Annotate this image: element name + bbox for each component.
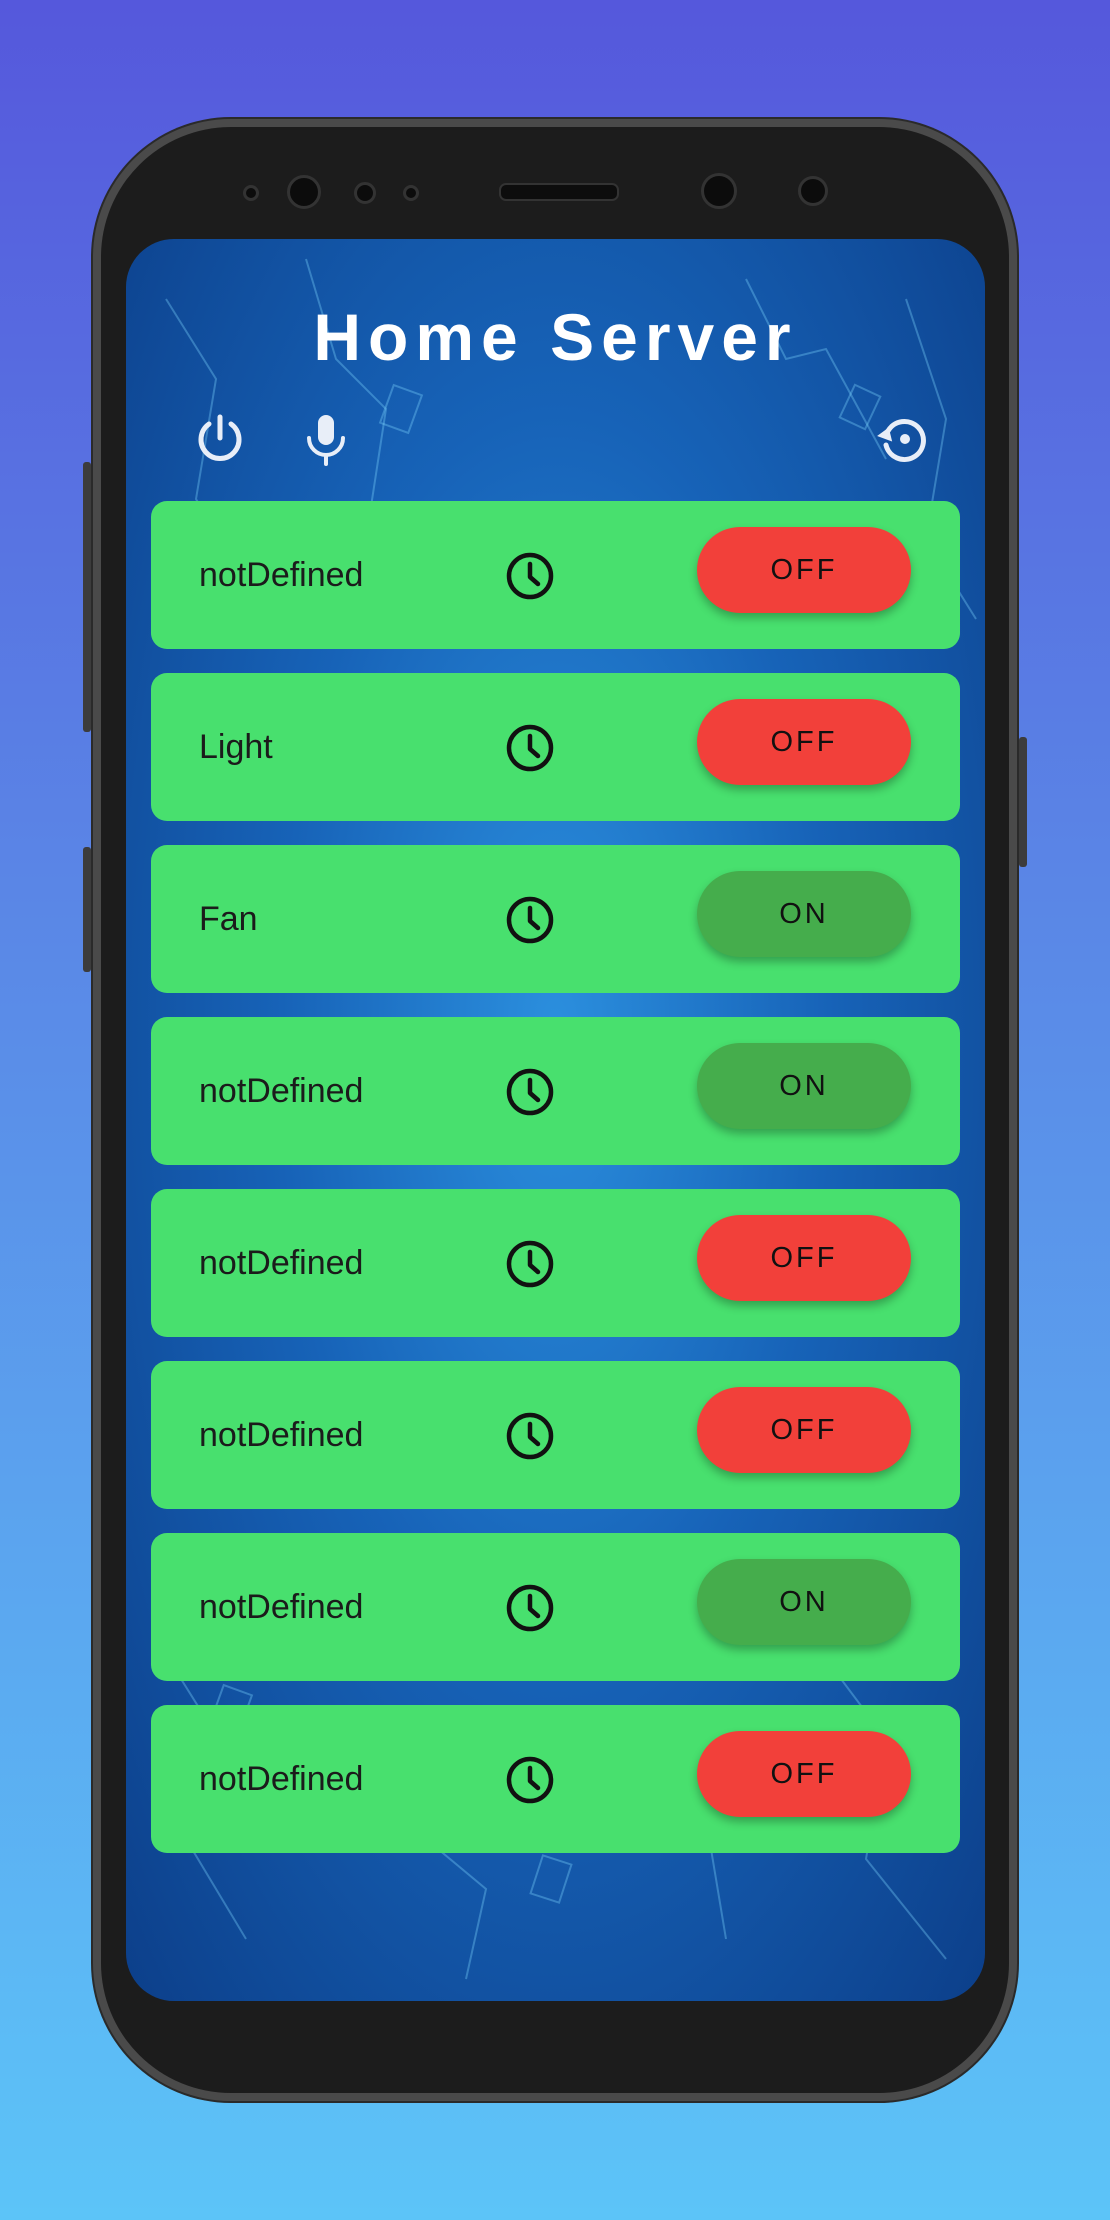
clock-icon[interactable] <box>505 1067 555 1117</box>
device-name: notDefined <box>199 1760 364 1798</box>
device-toggle-button[interactable]: OFF <box>697 699 911 785</box>
device-toggle-button[interactable]: OFF <box>697 1387 911 1473</box>
clock-icon[interactable] <box>505 1583 555 1633</box>
phone-frame: Home Server notDefined OFF Light OFF Fan… <box>83 127 1027 2093</box>
device-name: Light <box>199 728 273 766</box>
clock-icon[interactable] <box>505 1411 555 1461</box>
device-toggle-button[interactable]: ON <box>697 871 911 957</box>
device-name: notDefined <box>199 1072 364 1110</box>
device-name: Fan <box>199 900 258 938</box>
app-title: Home Server <box>313 300 798 374</box>
device-row: Light OFF <box>151 673 960 821</box>
bixby-button <box>83 847 91 972</box>
iris-camera <box>701 173 737 209</box>
restore-icon[interactable] <box>874 411 930 467</box>
volume-button <box>83 462 91 732</box>
clock-icon[interactable] <box>505 551 555 601</box>
device-row: notDefined OFF <box>151 501 960 649</box>
device-row: notDefined ON <box>151 1017 960 1165</box>
device-name: notDefined <box>199 1588 364 1626</box>
app-screen: Home Server notDefined OFF Light OFF Fan… <box>126 239 985 2001</box>
microphone-icon[interactable] <box>298 411 354 467</box>
power-icon[interactable] <box>192 411 248 467</box>
iris-sensor <box>798 176 828 206</box>
device-toggle-button[interactable]: OFF <box>697 1731 911 1817</box>
device-row: notDefined OFF <box>151 1361 960 1509</box>
device-toggle-button[interactable]: ON <box>697 1043 911 1129</box>
earpiece-speaker <box>499 183 619 201</box>
front-camera <box>287 175 321 209</box>
device-name: notDefined <box>199 1244 364 1282</box>
sensor-dot <box>354 182 376 204</box>
device-name: notDefined <box>199 556 364 594</box>
device-name: notDefined <box>199 1416 364 1454</box>
clock-icon[interactable] <box>505 1755 555 1805</box>
device-toggle-button[interactable]: OFF <box>697 1215 911 1301</box>
clock-icon[interactable] <box>505 895 555 945</box>
device-row: notDefined ON <box>151 1533 960 1681</box>
clock-icon[interactable] <box>505 1239 555 1289</box>
sensor-dot <box>403 185 419 201</box>
clock-icon[interactable] <box>505 723 555 773</box>
device-toggle-button[interactable]: OFF <box>697 527 911 613</box>
device-row: Fan ON <box>151 845 960 993</box>
sensor-dot <box>243 185 259 201</box>
device-toggle-button[interactable]: ON <box>697 1559 911 1645</box>
device-row: notDefined OFF <box>151 1705 960 1853</box>
power-side-button <box>1019 737 1027 867</box>
device-row: notDefined OFF <box>151 1189 960 1337</box>
device-list: notDefined OFF Light OFF Fan ON notDefin… <box>151 501 960 1877</box>
